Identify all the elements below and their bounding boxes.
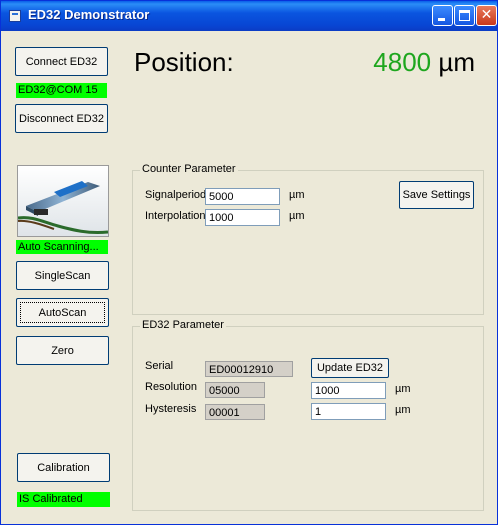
calibration-button[interactable]: Calibration: [17, 453, 110, 482]
minimize-icon: [438, 18, 445, 21]
calibration-status: IS Calibrated: [17, 492, 110, 507]
counter-parameter-group: Counter Parameter Signalperiod 5000 µm I…: [132, 163, 484, 315]
maximize-icon: [459, 10, 470, 21]
counter-parameter-title: Counter Parameter: [140, 163, 238, 175]
app-window-icon[interactable]: [9, 10, 21, 22]
ed32-parameter-title: ED32 Parameter: [140, 319, 226, 331]
single-scan-button[interactable]: SingleScan: [16, 261, 109, 290]
ed32-parameter-group: ED32 Parameter Serial ED00012910 Update …: [132, 319, 484, 511]
window-title: ED32 Demonstrator: [28, 7, 150, 22]
position-label: Position:: [134, 47, 234, 77]
minimize-button[interactable]: [432, 5, 453, 26]
hysteresis-label: Hysteresis: [145, 403, 197, 415]
resolution-label: Resolution: [145, 381, 197, 393]
device-image: [17, 165, 109, 237]
update-ed32-button[interactable]: Update ED32: [311, 358, 389, 378]
interpolation-input[interactable]: 1000: [205, 209, 280, 226]
hysteresis-unit: µm: [395, 404, 411, 416]
hysteresis-input[interactable]: 1: [311, 403, 386, 420]
position-value: 4800: [373, 47, 432, 77]
auto-scan-button[interactable]: AutoScan: [16, 298, 109, 327]
close-icon: ✕: [480, 7, 493, 23]
connection-status: ED32@COM 15: [16, 83, 107, 98]
position-unit: µm: [438, 47, 475, 77]
resolution-unit: µm: [395, 383, 411, 395]
interpolation-unit: µm: [289, 210, 305, 222]
signalperiod-label: Signalperiod: [145, 189, 207, 201]
close-button[interactable]: ✕: [476, 5, 497, 26]
position-readout: 4800 µm: [373, 47, 475, 78]
maximize-button[interactable]: [454, 5, 475, 26]
interpolation-label: Interpolation: [145, 210, 206, 222]
signalperiod-input[interactable]: 5000: [205, 188, 280, 205]
disconnect-button[interactable]: Disconnect ED32: [15, 104, 108, 133]
app-window: ED32 Demonstrator ✕ Connect ED32 ED32@CO…: [0, 0, 498, 525]
serial-label: Serial: [145, 360, 174, 372]
zero-button[interactable]: Zero: [16, 336, 109, 365]
connect-button[interactable]: Connect ED32: [15, 47, 108, 76]
serial-value: ED00012910: [205, 361, 293, 377]
resolution-input[interactable]: 1000: [311, 382, 386, 399]
title-bar[interactable]: ED32 Demonstrator ✕: [1, 1, 497, 31]
save-settings-button[interactable]: Save Settings: [399, 181, 474, 209]
scan-status: Auto Scanning...: [16, 240, 108, 254]
resolution-value: 05000: [205, 382, 265, 398]
hysteresis-value: 00001: [205, 404, 265, 420]
signalperiod-unit: µm: [289, 189, 305, 201]
